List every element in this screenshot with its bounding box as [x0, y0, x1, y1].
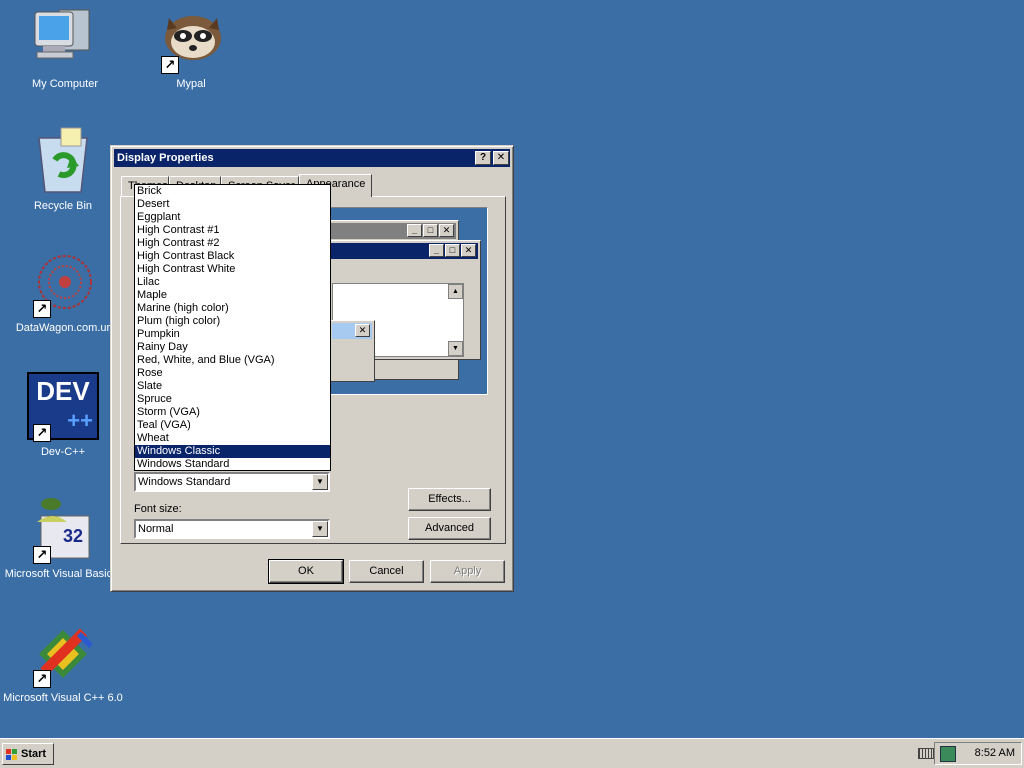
color-scheme-option[interactable]: Marine (high color) [135, 302, 330, 315]
color-scheme-option[interactable]: Brick [135, 185, 330, 198]
windows-logo-icon [6, 748, 18, 760]
desktop-icon-recycle-bin[interactable]: Recycle Bin [0, 126, 128, 212]
font-size-label: Font size: [134, 503, 182, 515]
cancel-button[interactable]: Cancel [349, 560, 424, 583]
color-scheme-option[interactable]: Teal (VGA) [135, 419, 330, 432]
color-scheme-option[interactable]: Rainy Day [135, 341, 330, 354]
chevron-down-icon[interactable]: ▼ [312, 474, 328, 490]
maximize-icon: □ [423, 224, 438, 237]
effects-button-label: Effects... [428, 493, 471, 505]
color-scheme-option[interactable]: Pumpkin [135, 328, 330, 341]
keyboard-icon[interactable] [918, 748, 934, 759]
cancel-button-label: Cancel [369, 565, 404, 577]
recycle-bin-icon [27, 126, 99, 198]
apply-button: Apply [430, 560, 505, 583]
shortcut-arrow-icon: ↗ [33, 546, 51, 564]
color-scheme-option[interactable]: Rose [135, 367, 330, 380]
shortcut-arrow-icon: ↗ [33, 424, 51, 442]
color-scheme-option[interactable]: Wheat [135, 432, 330, 445]
chevron-down-icon[interactable]: ▼ [312, 521, 328, 537]
my-computer-icon [29, 4, 101, 76]
desktop-icon-my-computer[interactable]: My Computer [0, 4, 130, 90]
color-scheme-option[interactable]: Red, White, and Blue (VGA) [135, 354, 330, 367]
flower-icon: ↗ [27, 248, 99, 320]
dialog-title: Display Properties [117, 152, 214, 164]
color-scheme-option[interactable]: Windows Classic [135, 445, 330, 458]
shortcut-arrow-icon: ↗ [33, 300, 51, 318]
desktop-icon-datawagon[interactable]: ↗ DataWagon.com.ur [0, 248, 128, 334]
color-scheme-option[interactable]: Maple [135, 289, 330, 302]
color-scheme-option[interactable]: High Contrast #1 [135, 224, 330, 237]
visual-basic-icon: 32 ↗ [27, 494, 99, 566]
scroll-down-icon: ▼ [448, 341, 463, 356]
shortcut-arrow-icon: ↗ [33, 670, 51, 688]
color-scheme-option[interactable]: High Contrast #2 [135, 237, 330, 250]
desktop-icon-label: Mypal [176, 78, 206, 90]
desktop-icon-mypal[interactable]: ↗ Mypal [126, 4, 256, 90]
raccoon-icon: ↗ [155, 4, 227, 76]
color-scheme-option[interactable]: Plum (high color) [135, 315, 330, 328]
close-icon: ✕ [461, 244, 476, 257]
color-scheme-option[interactable]: Lilac [135, 276, 330, 289]
close-icon: ✕ [439, 224, 454, 237]
desktop-icon-label: Dev-C++ [40, 446, 86, 458]
network-icon[interactable] [940, 746, 956, 762]
color-scheme-value: Windows Standard [138, 476, 231, 488]
minimize-icon: _ [429, 244, 444, 257]
advanced-button-label: Advanced [425, 522, 474, 534]
advanced-button[interactable]: Advanced [408, 517, 491, 540]
color-scheme-option[interactable]: Slate [135, 380, 330, 393]
font-size-value: Normal [138, 523, 174, 535]
desktop-icon-label: Recycle Bin [33, 200, 93, 212]
desktop-icon-dev-cpp[interactable]: DEV ++ ↗ Dev-C++ [0, 372, 128, 458]
desktop-icon-visual-basic[interactable]: 32 ↗ Microsoft Visual Basic 6 [0, 494, 128, 580]
desktop-icon-label: DataWagon.com.ur [15, 322, 111, 334]
preview-message-titlebar: ✕ [332, 323, 372, 339]
desktop-icon-visual-cpp[interactable]: ↗ Microsoft Visual C++ 6.0 [0, 618, 128, 704]
taskbar: Start 8:52 AM [0, 738, 1024, 768]
dev-cpp-icon: DEV ++ ↗ [27, 372, 99, 444]
ok-button-label: OK [298, 565, 314, 577]
font-size-select[interactable]: Normal ▼ [134, 519, 330, 539]
clock[interactable]: 8:52 AM [975, 747, 1015, 759]
close-button[interactable]: ✕ [493, 151, 509, 165]
color-scheme-option[interactable]: Windows Standard [135, 458, 330, 471]
desktop-icon-label: Microsoft Visual C++ 6.0 [3, 692, 123, 704]
ok-button[interactable]: OK [268, 559, 344, 584]
start-label: Start [21, 748, 47, 760]
desktop-icon-label: My Computer [31, 78, 99, 90]
color-scheme-option[interactable]: Storm (VGA) [135, 406, 330, 419]
close-icon: ✕ [355, 324, 370, 337]
apply-button-label: Apply [453, 565, 482, 577]
dialog-titlebar[interactable]: Display Properties ? ✕ [114, 149, 510, 167]
color-scheme-dropdown-list[interactable]: Brick Desert Eggplant High Contrast #1 High … [134, 184, 331, 471]
shortcut-arrow-icon: ↗ [161, 56, 179, 74]
help-button[interactable]: ? [475, 151, 491, 165]
color-scheme-option[interactable]: Eggplant [135, 211, 330, 224]
vb-32-text: 32 [63, 526, 84, 546]
desktop-icon-label: Microsoft Visual Basic 6 [4, 568, 122, 580]
start-button[interactable]: Start [2, 743, 54, 765]
scroll-up-icon: ▲ [448, 284, 463, 299]
color-scheme-select[interactable]: Windows Standard ▼ [134, 472, 330, 492]
preview-message-box: ✕ [329, 320, 375, 382]
color-scheme-option[interactable]: High Contrast Black [135, 250, 330, 263]
color-scheme-option[interactable]: Spruce [135, 393, 330, 406]
color-scheme-option[interactable]: High Contrast White [135, 263, 330, 276]
maximize-icon: □ [445, 244, 460, 257]
dev-icon-text: DEV [36, 376, 90, 406]
visual-cpp-icon: ↗ [27, 618, 99, 690]
color-scheme-option[interactable]: Desert [135, 198, 330, 211]
system-tray: 8:52 AM [934, 742, 1022, 765]
minimize-icon: _ [407, 224, 422, 237]
effects-button[interactable]: Effects... [408, 488, 491, 511]
